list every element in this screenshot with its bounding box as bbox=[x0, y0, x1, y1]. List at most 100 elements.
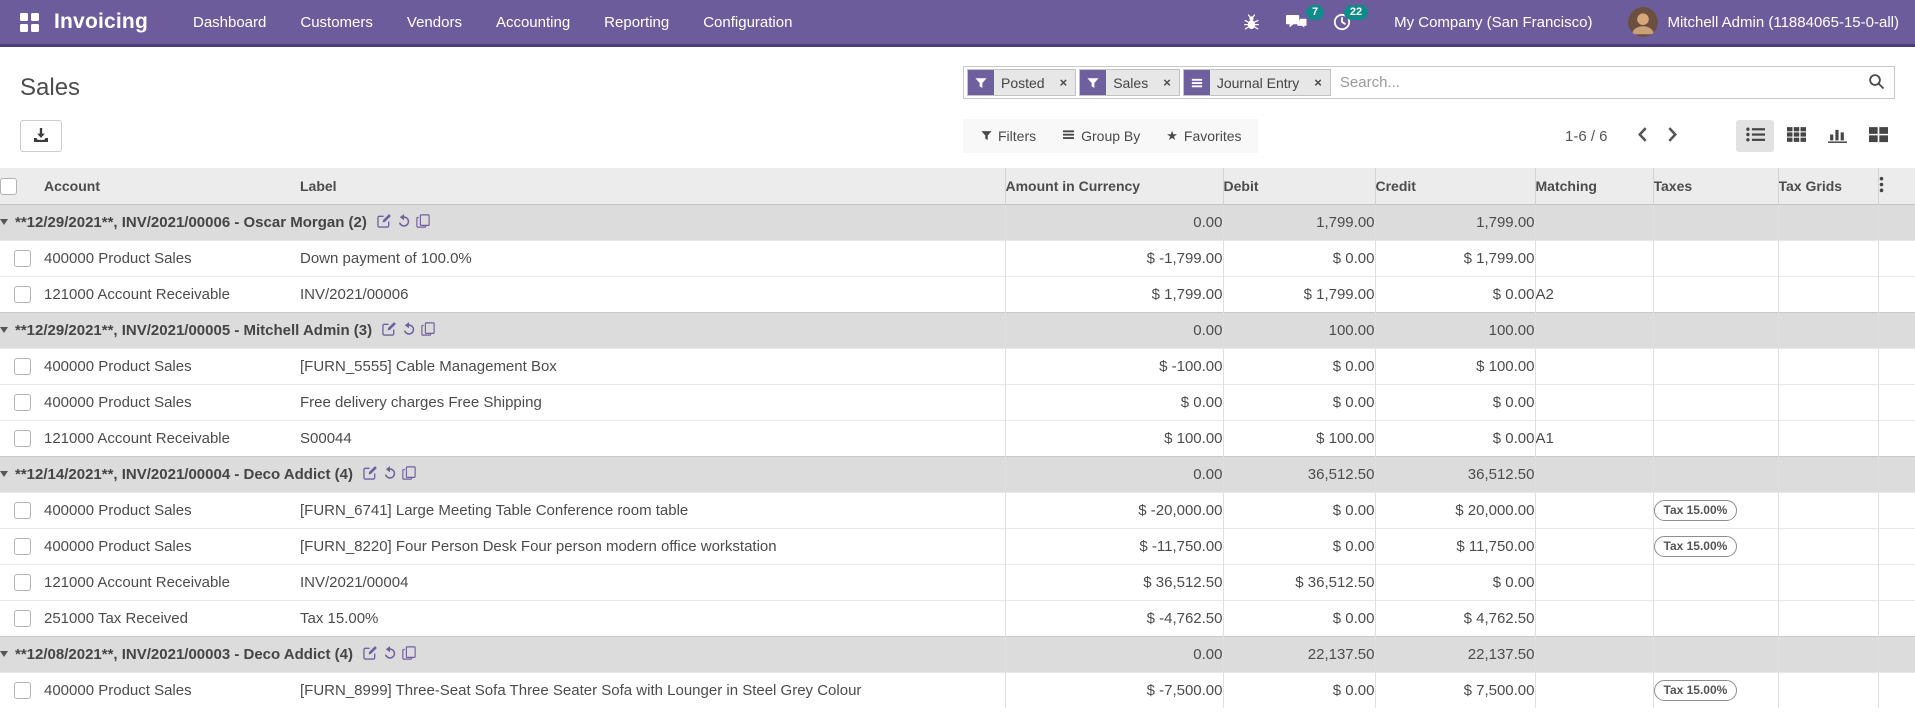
label-cell[interactable]: Down payment of 100.0% bbox=[300, 239, 1005, 276]
tax-grids-cell[interactable] bbox=[1777, 599, 1878, 636]
label-cell[interactable]: S00044 bbox=[300, 419, 1005, 456]
row-checkbox[interactable] bbox=[13, 249, 31, 267]
account-cell[interactable]: 121000 Account Receivable bbox=[44, 419, 300, 456]
apps-menu-icon[interactable] bbox=[20, 12, 39, 32]
messages-icon[interactable]: 7 bbox=[1273, 5, 1325, 31]
account-cell[interactable]: 400000 Product Sales bbox=[44, 239, 300, 276]
taxes-cell[interactable] bbox=[1652, 383, 1778, 420]
debit-cell[interactable]: $ 100.00 bbox=[1222, 419, 1375, 456]
row-checkbox[interactable] bbox=[13, 573, 31, 591]
debug-bug-icon[interactable] bbox=[1230, 13, 1273, 31]
credit-cell[interactable]: $ 0.00 bbox=[1374, 275, 1535, 312]
credit-cell[interactable]: $ 1,799.00 bbox=[1374, 239, 1535, 276]
row-checkbox[interactable] bbox=[13, 357, 31, 375]
credit-cell[interactable]: $ 0.00 bbox=[1374, 563, 1535, 600]
label-cell[interactable]: [FURN_8220] Four Person Desk Four person… bbox=[300, 527, 1005, 564]
account-cell[interactable]: 121000 Account Receivable bbox=[44, 563, 300, 600]
label-cell[interactable]: Free delivery charges Free Shipping bbox=[300, 383, 1005, 420]
amount-currency-cell[interactable]: $ -1,799.00 bbox=[1004, 239, 1223, 276]
amount-currency-cell[interactable]: $ -7,500.00 bbox=[1004, 671, 1223, 708]
group-title-cell[interactable]: **12/14/2021**, INV/2021/00004 - Deco Ad… bbox=[0, 455, 1005, 492]
label-cell[interactable]: [FURN_8999] Three-Seat Sofa Three Seater… bbox=[300, 671, 1005, 708]
journal-item-row[interactable]: 121000 Account Receivable INV/2021/00006 $… bbox=[0, 275, 1915, 312]
account-cell[interactable]: 400000 Product Sales bbox=[44, 671, 300, 708]
column-header-credit[interactable]: Credit bbox=[1374, 168, 1535, 205]
list-view-button[interactable] bbox=[1736, 120, 1774, 152]
debit-cell[interactable]: $ 0.00 bbox=[1222, 347, 1375, 384]
taxes-cell[interactable]: Tax 15.00% bbox=[1652, 491, 1778, 528]
company-switcher[interactable]: My Company (San Francisco) bbox=[1394, 14, 1592, 31]
account-cell[interactable]: 400000 Product Sales bbox=[44, 527, 300, 564]
search-input[interactable] bbox=[1330, 67, 1858, 98]
credit-cell[interactable]: $ 20,000.00 bbox=[1374, 491, 1535, 528]
user-menu[interactable]: Mitchell Admin (11884065-15-0-all) bbox=[1667, 14, 1899, 31]
taxes-cell[interactable]: Tax 15.00% bbox=[1652, 527, 1778, 564]
remove-facet-icon[interactable]: × bbox=[1155, 70, 1179, 95]
edit-icon[interactable] bbox=[363, 645, 378, 664]
undo-icon[interactable] bbox=[402, 321, 416, 340]
credit-cell[interactable]: $ 4,762.50 bbox=[1374, 599, 1535, 636]
label-cell[interactable]: [FURN_5555] Cable Management Box bbox=[300, 347, 1005, 384]
matching-cell[interactable] bbox=[1534, 671, 1653, 708]
collapse-caret-icon[interactable] bbox=[0, 471, 8, 477]
tax-grids-cell[interactable] bbox=[1777, 383, 1878, 420]
group-title-cell[interactable]: **12/08/2021**, INV/2021/00003 - Deco Ad… bbox=[0, 635, 1005, 672]
credit-cell[interactable]: $ 0.00 bbox=[1374, 383, 1535, 420]
column-header-matching[interactable]: Matching bbox=[1534, 168, 1653, 205]
tax-grids-cell[interactable] bbox=[1777, 527, 1878, 564]
duplicate-icon[interactable] bbox=[402, 465, 416, 484]
row-checkbox[interactable] bbox=[13, 537, 31, 555]
amount-currency-cell[interactable]: $ -20,000.00 bbox=[1004, 491, 1223, 528]
debit-cell[interactable]: $ 0.00 bbox=[1222, 671, 1375, 708]
search-button[interactable] bbox=[1858, 67, 1894, 98]
row-checkbox[interactable] bbox=[13, 285, 31, 303]
favorites-menu[interactable]: ★ Favorites bbox=[1166, 128, 1241, 144]
filters-menu[interactable]: Filters bbox=[981, 128, 1036, 144]
account-cell[interactable]: 400000 Product Sales bbox=[44, 347, 300, 384]
amount-currency-cell[interactable]: $ 0.00 bbox=[1004, 383, 1223, 420]
amount-currency-cell[interactable]: $ -100.00 bbox=[1004, 347, 1223, 384]
tax-grids-cell[interactable] bbox=[1777, 671, 1878, 708]
duplicate-icon[interactable] bbox=[402, 645, 416, 664]
credit-cell[interactable]: $ 0.00 bbox=[1374, 419, 1535, 456]
debit-cell[interactable]: $ 0.00 bbox=[1222, 239, 1375, 276]
menu-customers[interactable]: Customers bbox=[283, 0, 390, 44]
matching-cell[interactable]: A2 bbox=[1534, 275, 1653, 312]
collapse-caret-icon[interactable] bbox=[0, 651, 8, 657]
amount-currency-cell[interactable]: $ 36,512.50 bbox=[1004, 563, 1223, 600]
account-cell[interactable]: 251000 Tax Received bbox=[44, 599, 300, 636]
export-button[interactable] bbox=[20, 120, 62, 152]
amount-currency-cell[interactable]: $ 1,799.00 bbox=[1004, 275, 1223, 312]
journal-item-row[interactable]: 121000 Account Receivable S00044 $ 100.00 $… bbox=[0, 419, 1915, 456]
journal-item-row[interactable]: 400000 Product Sales [FURN_8220] Four Per… bbox=[0, 527, 1915, 564]
journal-item-row[interactable]: 400000 Product Sales [FURN_6741] Large Me… bbox=[0, 491, 1915, 528]
row-checkbox[interactable] bbox=[13, 682, 31, 700]
collapse-caret-icon[interactable] bbox=[0, 219, 8, 225]
debit-cell[interactable]: $ 0.00 bbox=[1222, 599, 1375, 636]
kanban-view-button[interactable] bbox=[1859, 120, 1897, 152]
tax-grids-cell[interactable] bbox=[1777, 419, 1878, 456]
matching-cell[interactable] bbox=[1534, 491, 1653, 528]
group-title-cell[interactable]: **12/29/2021**, INV/2021/00006 - Oscar M… bbox=[0, 203, 1005, 240]
group-header-row[interactable]: **12/08/2021**, INV/2021/00003 - Deco Ad… bbox=[0, 635, 1915, 672]
journal-item-row[interactable]: 400000 Product Sales [FURN_5555] Cable Ma… bbox=[0, 347, 1915, 384]
menu-configuration[interactable]: Configuration bbox=[686, 0, 809, 44]
tax-grids-cell[interactable] bbox=[1777, 275, 1878, 312]
column-header-amount-currency[interactable]: Amount in Currency bbox=[1004, 168, 1223, 205]
matching-cell[interactable] bbox=[1534, 527, 1653, 564]
taxes-cell[interactable] bbox=[1652, 275, 1778, 312]
pager-next-button[interactable] bbox=[1658, 121, 1688, 151]
menu-reporting[interactable]: Reporting bbox=[587, 0, 686, 44]
tax-grids-cell[interactable] bbox=[1777, 239, 1878, 276]
column-header-account[interactable]: Account bbox=[44, 168, 300, 205]
credit-cell[interactable]: $ 100.00 bbox=[1374, 347, 1535, 384]
select-all-checkbox[interactable] bbox=[0, 177, 17, 195]
app-brand[interactable]: Invoicing bbox=[54, 10, 148, 34]
debit-cell[interactable]: $ 0.00 bbox=[1222, 491, 1375, 528]
tax-grids-cell[interactable] bbox=[1777, 347, 1878, 384]
debit-cell[interactable]: $ 0.00 bbox=[1222, 527, 1375, 564]
journal-item-row[interactable]: 400000 Product Sales Free delivery charge… bbox=[0, 383, 1915, 420]
edit-icon[interactable] bbox=[363, 465, 378, 484]
account-cell[interactable]: 400000 Product Sales bbox=[44, 383, 300, 420]
row-checkbox[interactable] bbox=[13, 501, 31, 519]
